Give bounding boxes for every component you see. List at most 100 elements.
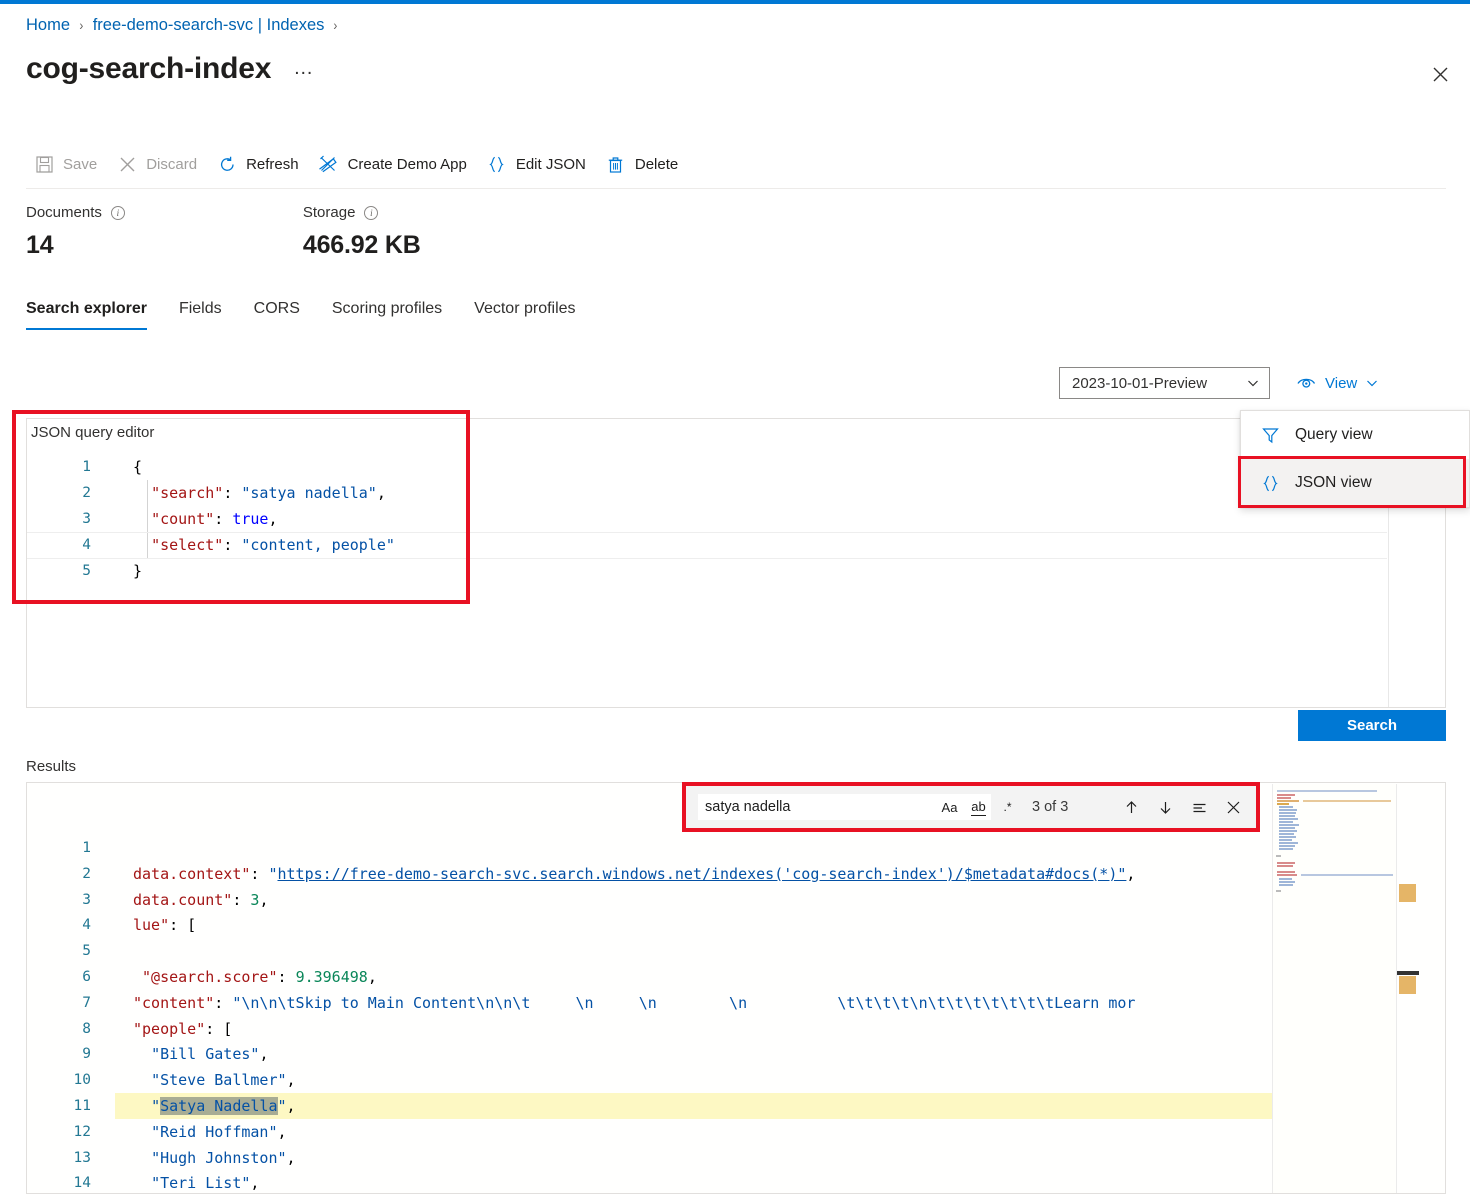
line-number: 1 <box>82 840 91 856</box>
line-number: 2 <box>82 485 91 501</box>
refresh-label: Refresh <box>246 155 299 173</box>
code-line: } <box>133 562 143 580</box>
indent-guide <box>147 480 148 558</box>
stats-row: Documents i 14 Storage i 466.92 KB <box>26 204 421 260</box>
results-overview-ruler[interactable] <box>1396 784 1419 1193</box>
regex-icon[interactable]: .* <box>997 797 1018 818</box>
code-line: "Satya Nadella", <box>151 1097 296 1115</box>
tab-bar: Search explorer Fields CORS Scoring prof… <box>26 296 592 330</box>
breadcrumb-item-home[interactable]: Home <box>26 14 70 36</box>
save-button[interactable]: Save <box>26 148 109 180</box>
page-title: cog-search-index <box>26 52 272 85</box>
api-version-value: 2023-10-01-Preview <box>1072 374 1208 392</box>
demo-app-icon <box>319 154 339 174</box>
filter-icon <box>1259 427 1281 444</box>
line-number: 9 <box>82 1046 91 1063</box>
code-line: data.count": 3, <box>133 890 269 909</box>
tab-label: Search explorer <box>26 300 147 317</box>
minimap-row <box>1303 800 1391 802</box>
code-line: { <box>133 458 143 476</box>
breadcrumb-item-service[interactable]: free-demo-search-svc | Indexes <box>93 14 325 36</box>
minimap-row <box>1279 824 1299 826</box>
minimap-row <box>1277 865 1293 867</box>
view-menu-item-label: JSON view <box>1295 474 1372 491</box>
breadcrumb: Home › free-demo-search-svc | Indexes › <box>26 14 338 36</box>
minimap-row <box>1279 884 1293 886</box>
minimap-row <box>1301 874 1393 876</box>
minimap-row <box>1277 871 1295 873</box>
code-line: "Steve Ballmer", <box>151 1071 296 1090</box>
close-button[interactable] <box>1424 58 1456 90</box>
minimap-row <box>1279 806 1293 808</box>
code-line: "content": "\n\n\tSkip to Main Content\n… <box>133 993 1136 1012</box>
trash-icon <box>606 154 626 174</box>
tab-fields[interactable]: Fields <box>163 296 238 330</box>
discard-button[interactable]: Discard <box>109 148 209 180</box>
find-previous-button[interactable] <box>1120 796 1142 818</box>
json-query-editor[interactable]: 1 {2 "search": "satya nadella", 3 "count":… <box>27 450 1445 707</box>
command-bar-divider <box>26 188 1446 189</box>
chevron-down-icon <box>1248 380 1258 387</box>
refresh-button[interactable]: Refresh <box>209 148 311 180</box>
view-button[interactable]: View <box>1297 369 1378 397</box>
line-number: 3 <box>82 511 91 527</box>
braces-icon <box>487 154 507 174</box>
minimap-row <box>1279 833 1294 835</box>
view-menu-item-json-view[interactable]: JSON view <box>1241 459 1469 507</box>
find-next-button[interactable] <box>1154 796 1176 818</box>
refresh-icon <box>217 154 237 174</box>
whole-word-icon[interactable]: ab <box>968 797 989 818</box>
search-button[interactable]: Search <box>1298 710 1446 741</box>
minimap-row <box>1279 836 1296 838</box>
results-editor[interactable]: 1 2 data.context": "https://free-demo-sear… <box>27 783 1420 1193</box>
stat-documents-label: Documents <box>26 204 102 221</box>
view-menu-item-query-view[interactable]: Query view <box>1241 411 1469 459</box>
line-number: 14 <box>73 1175 91 1192</box>
view-dropdown-menu: Query view JSON view <box>1240 410 1470 508</box>
code-line: "Reid Hoffman", <box>151 1122 287 1141</box>
title-row: cog-search-index … <box>26 52 319 86</box>
find-in-selection-icon <box>1193 803 1205 812</box>
minimap-row <box>1279 881 1295 883</box>
minimap-row <box>1277 790 1377 792</box>
stat-documents: Documents i 14 <box>26 204 125 260</box>
tab-cors[interactable]: CORS <box>238 296 316 330</box>
tab-scoring-profiles[interactable]: Scoring profiles <box>316 296 458 330</box>
tab-search-explorer[interactable]: Search explorer <box>26 296 163 330</box>
tab-label: Vector profiles <box>474 300 576 317</box>
tab-vector-profiles[interactable]: Vector profiles <box>458 296 591 330</box>
delete-label: Delete <box>634 155 679 173</box>
delete-button[interactable]: Delete <box>598 148 690 180</box>
edit-json-button[interactable]: Edit JSON <box>479 148 598 180</box>
minimap-row <box>1277 862 1295 864</box>
minimap-row <box>1277 797 1291 799</box>
info-icon[interactable]: i <box>364 205 379 220</box>
code-line: "Teri List", <box>151 1174 260 1193</box>
find-widget: satya nadella Aa ab .* 3 of 3 <box>682 782 1260 832</box>
arrow-down-icon <box>1160 801 1170 814</box>
find-in-selection-button[interactable] <box>1188 796 1210 818</box>
discard-icon <box>117 154 137 174</box>
tab-label: Fields <box>178 300 222 317</box>
line-number: 7 <box>82 994 91 1011</box>
minimap-row <box>1279 812 1296 814</box>
stat-storage: Storage i 466.92 KB <box>303 204 421 260</box>
api-version-select[interactable]: 2023-10-01-Preview <box>1059 367 1270 399</box>
more-options-button[interactable]: … <box>287 58 319 78</box>
breadcrumb-separator-icon: › <box>79 17 84 33</box>
line-number: 13 <box>73 1149 91 1166</box>
minimap-row <box>1277 800 1299 802</box>
view-button-label: View <box>1325 374 1358 392</box>
code-line: "Hugh Johnston", <box>151 1148 296 1167</box>
create-demo-app-button[interactable]: Create Demo App <box>311 148 479 180</box>
cursor-marker <box>1397 971 1419 975</box>
match-case-icon[interactable]: Aa <box>939 797 960 818</box>
minimap-row <box>1279 815 1295 817</box>
info-icon[interactable]: i <box>110 205 125 220</box>
find-close-button[interactable] <box>1222 796 1244 818</box>
code-line: "Bill Gates", <box>151 1045 269 1064</box>
save-icon <box>34 154 54 174</box>
code-line: "people": [ <box>133 1019 233 1038</box>
results-minimap[interactable] <box>1272 784 1396 1193</box>
discard-label: Discard <box>146 155 198 173</box>
